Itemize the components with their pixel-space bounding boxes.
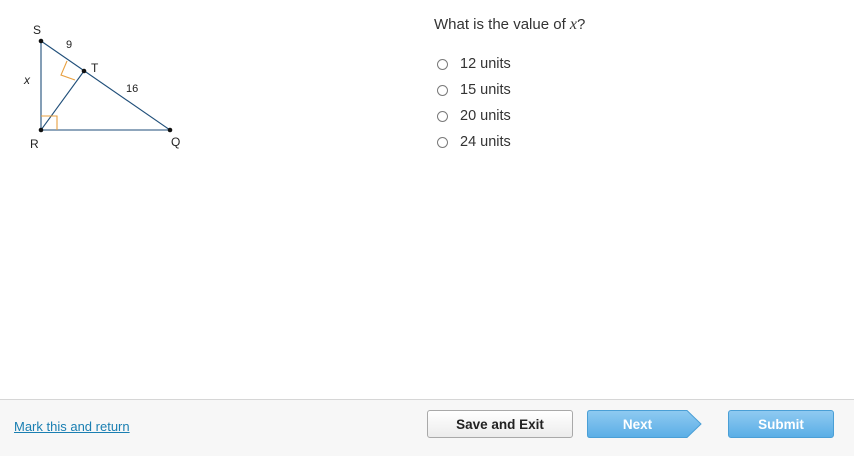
option-label: 12 units — [460, 56, 511, 72]
vertex-dot-s — [38, 38, 44, 44]
question-page: S T R Q 9 16 x What is the value of x? 1… — [0, 0, 854, 456]
side-sq — [40, 40, 171, 131]
submit-button[interactable]: Submit — [728, 410, 834, 438]
vertex-label-r: R — [30, 137, 39, 151]
radio-button[interactable] — [437, 110, 448, 122]
question-suffix: ? — [577, 16, 586, 33]
next-button[interactable]: Next — [587, 410, 702, 438]
radio-button[interactable] — [437, 58, 448, 70]
answer-option-24[interactable]: 24 units — [437, 129, 511, 155]
vertex-label-s: S — [33, 23, 41, 37]
answer-option-15[interactable]: 15 units — [437, 77, 511, 103]
footer-bar: Mark this and return Save and Exit Next … — [0, 399, 854, 456]
triangle-figure: S T R Q 9 16 x — [23, 23, 180, 151]
length-label-st: 9 — [66, 39, 72, 51]
length-label-x: x — [23, 73, 31, 87]
vertex-dot-q — [167, 127, 173, 133]
radio-button[interactable] — [437, 136, 448, 148]
question-variable: x — [569, 16, 578, 33]
vertex-dot-r — [38, 127, 44, 133]
answer-option-20[interactable]: 20 units — [437, 103, 511, 129]
option-label: 20 units — [460, 108, 511, 124]
question-text: What is the value of x? — [434, 16, 585, 34]
vertex-label-q: Q — [171, 135, 180, 149]
altitude-rt — [40, 70, 85, 131]
option-label: 15 units — [460, 82, 511, 98]
submit-label: Submit — [758, 416, 804, 432]
right-angle-marker-t — [60, 60, 76, 81]
vertex-label-t: T — [91, 61, 99, 75]
question-prefix: What is the value of — [434, 16, 570, 33]
mark-and-return-link[interactable]: Mark this and return — [14, 419, 130, 434]
option-label: 24 units — [460, 134, 511, 150]
next-label: Next — [622, 416, 653, 432]
save-and-exit-label: Save and Exit — [456, 416, 544, 432]
vertex-dot-t — [81, 68, 87, 74]
answer-options: 12 units 15 units 20 units 24 units — [437, 51, 511, 155]
answer-option-12[interactable]: 12 units — [437, 51, 511, 77]
save-and-exit-button[interactable]: Save and Exit — [427, 410, 573, 438]
length-label-tq: 16 — [126, 83, 138, 95]
radio-button[interactable] — [437, 84, 448, 96]
